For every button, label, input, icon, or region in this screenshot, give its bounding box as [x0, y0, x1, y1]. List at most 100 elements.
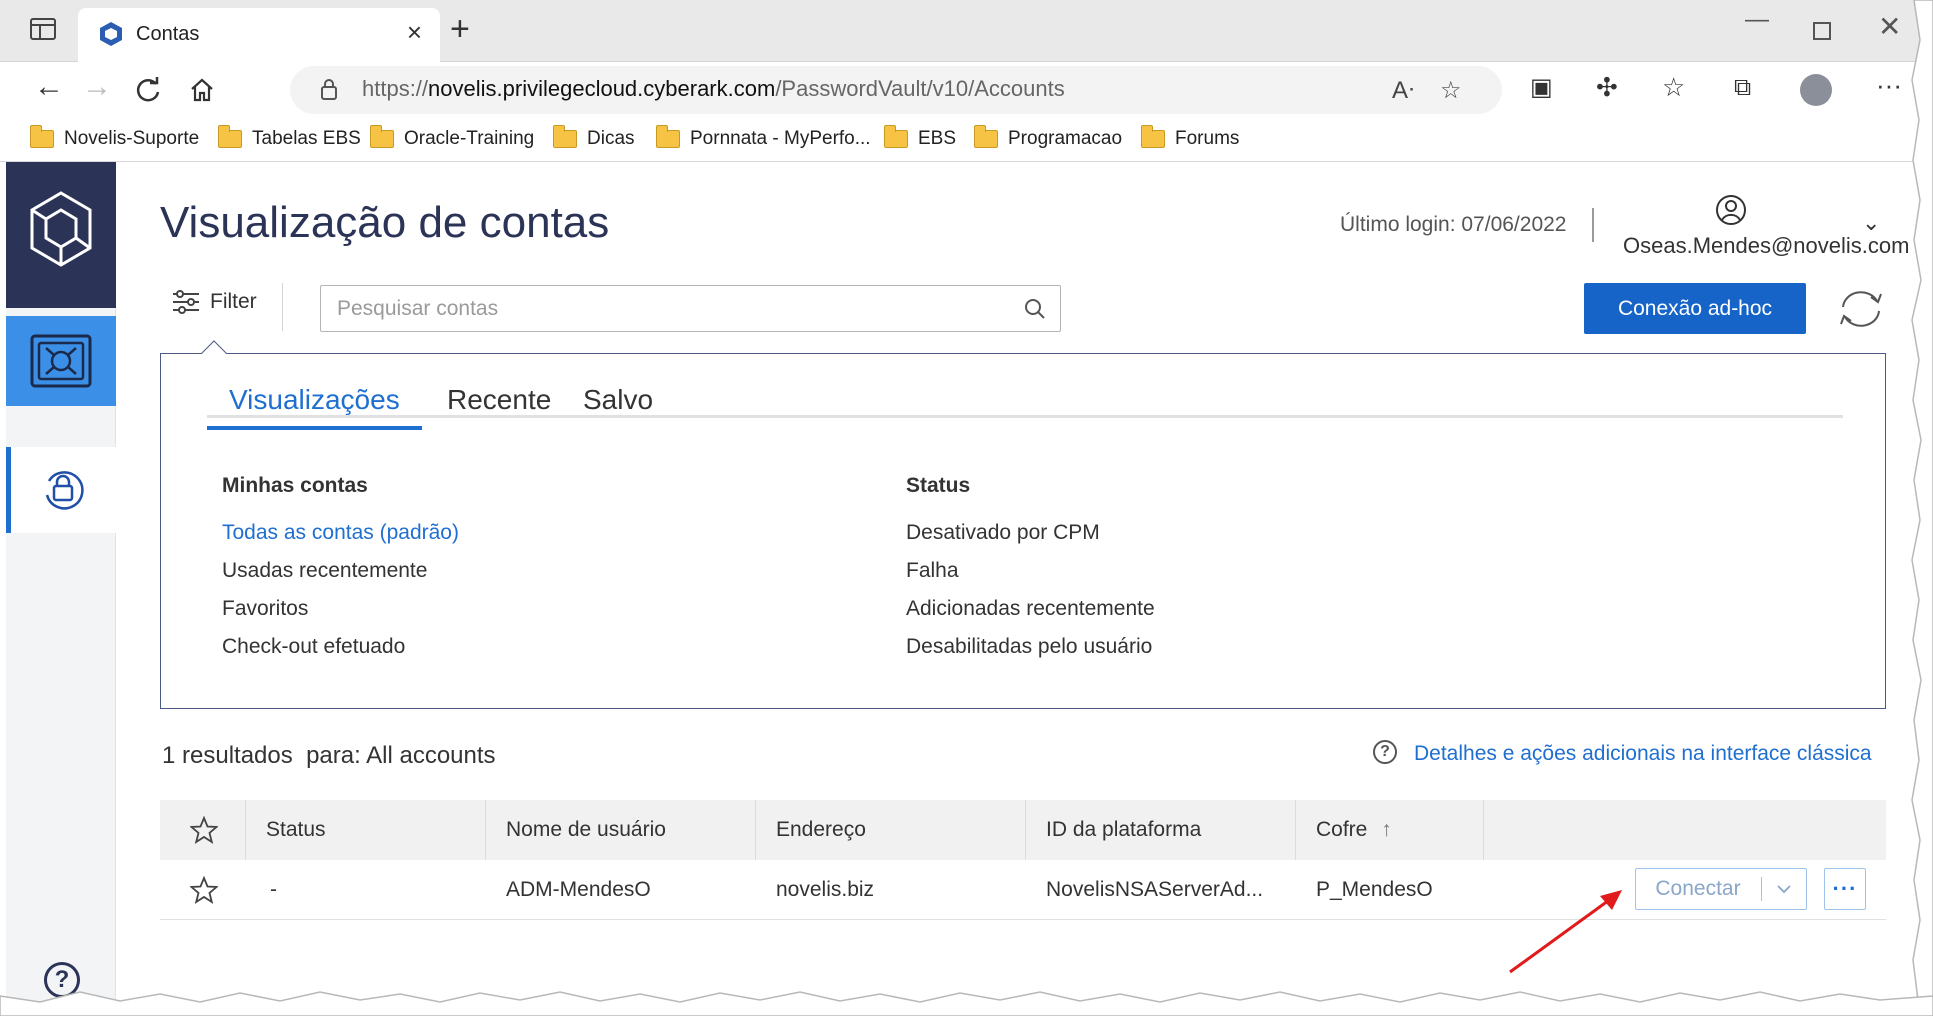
star-icon: [190, 816, 218, 844]
annotation-arrow-icon: [1509, 890, 1622, 974]
collections-icon[interactable]: ⧉: [1734, 76, 1751, 100]
view-failed[interactable]: Falha: [906, 559, 959, 583]
cell-safe: P_MendesO: [1316, 878, 1433, 901]
search-icon[interactable]: [1024, 298, 1046, 320]
maximize-icon[interactable]: [1813, 22, 1831, 40]
cell-address: novelis.biz: [776, 878, 875, 901]
extension-icon[interactable]: ▣: [1530, 76, 1553, 100]
page-title: Visualização de contas: [160, 198, 610, 247]
cell-platform: NovelisNSAServerAd...: [1046, 878, 1264, 901]
account-lock-icon: [45, 471, 84, 510]
column-header-username[interactable]: Nome de usuário: [486, 800, 756, 860]
tab-views[interactable]: Visualizações: [207, 384, 422, 430]
cell-username: ADM-MendesO: [506, 878, 651, 901]
bookmark-item[interactable]: EBS: [884, 125, 956, 150]
bookmark-item[interactable]: Novelis-Suporte: [30, 125, 199, 150]
bookmark-item[interactable]: Pornnata - MyPerfo...: [656, 125, 871, 150]
address-bar[interactable]: https://novelis.privilegecloud.cyberark.…: [290, 66, 1502, 114]
connect-dropdown-button[interactable]: [1762, 869, 1806, 909]
star-icon[interactable]: [190, 876, 218, 904]
back-arrow-icon[interactable]: ←: [34, 72, 64, 102]
sidebar-item-vault[interactable]: [6, 316, 116, 406]
sidebar-item-accounts[interactable]: [6, 447, 116, 533]
user-icon[interactable]: [1715, 194, 1747, 226]
app-logo[interactable]: [6, 162, 116, 308]
tab-actions-icon[interactable]: [30, 18, 56, 40]
my-accounts-heading: Minhas contas: [222, 474, 368, 497]
tab-saved[interactable]: Salvo: [561, 384, 675, 426]
home-icon[interactable]: [188, 76, 216, 104]
column-header-status[interactable]: Status: [246, 800, 486, 860]
bookmark-item[interactable]: Oracle-Training: [370, 125, 534, 150]
folder-icon: [30, 125, 54, 148]
safe-icon: [30, 334, 92, 388]
lock-icon[interactable]: [320, 78, 338, 100]
new-tab-icon[interactable]: +: [450, 10, 470, 49]
view-favorites[interactable]: Favoritos: [222, 597, 308, 621]
torn-edge-right: [1911, 0, 1933, 1016]
user-name[interactable]: Oseas.Mendes@novelis.com: [1623, 233, 1909, 259]
bookmark-item[interactable]: Forums: [1141, 125, 1239, 150]
views-tabs: Visualizações Recente Salvo: [207, 384, 1843, 430]
favorite-column-header[interactable]: [160, 800, 246, 860]
help-circle-icon: ?: [1373, 740, 1397, 764]
view-recently-added[interactable]: Adicionadas recentemente: [906, 597, 1155, 621]
bookmark-item[interactable]: Programacao: [974, 125, 1122, 150]
results-summary: 1 resultados para: All accounts: [162, 742, 496, 769]
connect-split-button: Conectar: [1635, 868, 1807, 910]
bookmark-item[interactable]: Dicas: [553, 125, 635, 150]
classic-interface-link[interactable]: Detalhes e ações adicionais na interface…: [1414, 742, 1872, 766]
folder-icon: [974, 125, 998, 148]
last-login-text: Último login: 07/06/2022: [1340, 213, 1567, 236]
folder-icon: [370, 125, 394, 148]
column-header-safe[interactable]: Cofre ↑: [1296, 800, 1484, 860]
profile-avatar[interactable]: [1800, 74, 1832, 106]
browser-tab[interactable]: Contas ×: [78, 8, 440, 62]
adhoc-connection-button[interactable]: Conexão ad-hoc: [1584, 283, 1806, 334]
forward-arrow-icon[interactable]: →: [82, 72, 112, 102]
sync-icon[interactable]: [1837, 287, 1885, 331]
panel-notch: [201, 340, 227, 366]
settings-more-icon[interactable]: ···: [1876, 72, 1902, 98]
extensions-puzzle-icon[interactable]: ✣: [1596, 74, 1618, 100]
bookmarks-bar: Novelis-Suporte Tabelas EBS Oracle-Train…: [0, 122, 1933, 162]
view-all-accounts[interactable]: Todas as contas (padrão): [222, 521, 459, 545]
close-tab-icon[interactable]: ×: [407, 19, 422, 45]
url-text: https://novelis.privilegecloud.cyberark.…: [362, 76, 1065, 101]
folder-icon: [884, 125, 908, 148]
toolbar-divider: [282, 283, 283, 331]
folder-icon: [656, 125, 680, 148]
filter-label: Filter: [210, 290, 257, 313]
view-checked-out[interactable]: Check-out efetuado: [222, 635, 405, 659]
chevron-down-icon: [1777, 884, 1791, 893]
search-box[interactable]: [320, 285, 1061, 332]
cell-status: -: [270, 878, 277, 901]
view-recently-used[interactable]: Usadas recentemente: [222, 559, 427, 583]
add-favorite-icon[interactable]: ☆: [1440, 76, 1462, 105]
column-header-platform[interactable]: ID da plataforma: [1026, 800, 1296, 860]
view-disabled-by-cpm[interactable]: Desativado por CPM: [906, 521, 1100, 545]
view-disabled-by-user[interactable]: Desabilitadas pelo usuário: [906, 635, 1152, 659]
folder-icon: [1141, 125, 1165, 148]
browser-tab-bar: Contas × + — ✕: [0, 0, 1933, 62]
table-header: Status Nome de usuário Endereço ID da pl…: [160, 800, 1886, 860]
tab-title: Contas: [136, 23, 200, 45]
app-sidebar: ?: [6, 162, 116, 1016]
window-close-icon[interactable]: ✕: [1878, 10, 1901, 43]
connect-button[interactable]: Conectar: [1636, 869, 1760, 909]
tab-recent[interactable]: Recente: [425, 384, 573, 426]
bookmark-item[interactable]: Tabelas EBS: [218, 125, 361, 150]
views-panel: Visualizações Recente Salvo Minhas conta…: [160, 340, 1886, 709]
column-header-address[interactable]: Endereço: [756, 800, 1026, 860]
browser-nav-bar: ← → https://novelis.privilegecloud.cyber…: [0, 62, 1933, 122]
cyberark-logo-icon: [30, 191, 92, 267]
more-actions-button[interactable]: ···: [1824, 868, 1866, 910]
search-input[interactable]: [337, 296, 997, 322]
status-heading: Status: [906, 474, 971, 497]
favorites-icon[interactable]: ☆: [1662, 74, 1685, 100]
read-aloud-icon[interactable]: Aᐧ: [1392, 76, 1414, 105]
refresh-icon[interactable]: [134, 76, 162, 104]
minimize-icon[interactable]: —: [1745, 6, 1769, 34]
sort-ascending-icon: ↑: [1381, 818, 1392, 841]
filter-button[interactable]: Filter: [172, 290, 257, 314]
